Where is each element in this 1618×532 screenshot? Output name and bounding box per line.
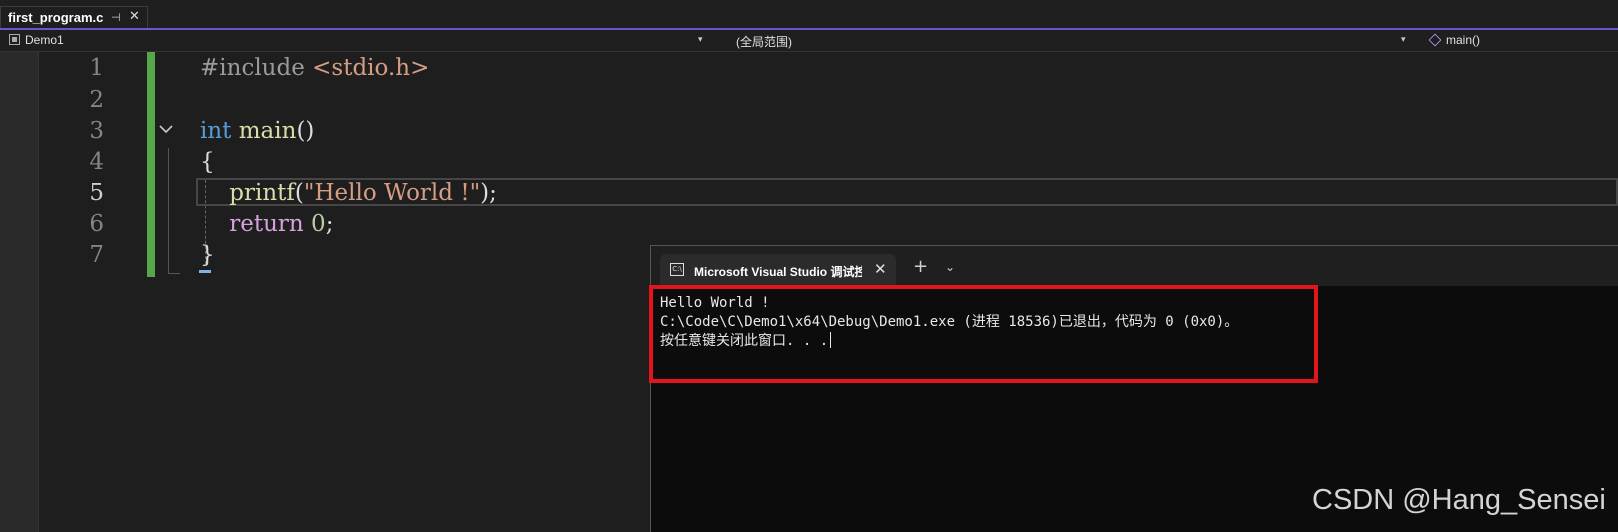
project-icon — [9, 34, 20, 45]
line-number: 2 — [89, 87, 104, 113]
code-line-3[interactable]: int main() — [200, 118, 314, 144]
number-literal: 0 — [311, 211, 326, 237]
code-line-4[interactable]: { — [200, 149, 215, 175]
code-line-7[interactable]: } — [200, 242, 215, 268]
code-line-1[interactable]: #include <stdio.h> — [200, 55, 429, 81]
line-number-current: 5 — [89, 180, 104, 206]
project-label: Demo1 — [25, 33, 64, 47]
annotation-highlight-box — [649, 285, 1318, 383]
line-number: 4 — [89, 149, 104, 175]
include-header: <stdio.h> — [304, 55, 430, 81]
collapse-chevron-icon[interactable] — [159, 122, 173, 136]
string-literal: "Hello World !" — [303, 180, 481, 206]
chevron-down-icon[interactable]: ⌄ — [945, 260, 955, 274]
scope-label: (全局范围) — [736, 35, 792, 49]
function-call: printf — [229, 180, 295, 206]
close-brace: } — [200, 242, 215, 268]
close-icon[interactable]: ✕ — [129, 9, 140, 24]
punctuation: ( — [294, 180, 304, 206]
member-dropdown[interactable]: main() — [1446, 30, 1616, 51]
console-tab[interactable]: C:\ Microsoft Visual Studio 调试控制台 ✕ — [660, 254, 896, 286]
new-tab-button[interactable]: + — [913, 256, 928, 277]
document-tab-label: first_program.c — [8, 10, 104, 25]
open-brace: { — [200, 149, 215, 175]
change-indicator-bar — [147, 52, 155, 277]
code-line-6[interactable]: return 0; — [200, 211, 333, 237]
punctuation: () — [296, 118, 315, 144]
preprocessor-directive: #include — [200, 55, 305, 81]
brace-match-marker — [199, 270, 211, 273]
pin-icon[interactable]: ⊣ — [111, 11, 121, 24]
project-dropdown[interactable]: Demo1 ▾ — [0, 30, 703, 51]
keyword-return: return — [229, 211, 304, 237]
chevron-down-icon: ▾ — [698, 34, 703, 44]
terminal-icon: C:\ — [670, 263, 684, 276]
line-number: 1 — [89, 55, 104, 81]
watermark: CSDN @Hang_Sensei — [1312, 484, 1606, 516]
document-tab-strip: first_program.c ⊣ ✕ — [0, 0, 1618, 30]
member-label: main() — [1446, 33, 1481, 47]
chevron-down-icon: ▾ — [1401, 34, 1406, 44]
punctuation: ; — [325, 211, 334, 237]
navigation-bar: Demo1 ▾ (全局范围) ▾ main() — [0, 30, 1618, 52]
ide-window: first_program.c ⊣ ✕ Demo1 ▾ (全局范围) ▾ mai… — [0, 0, 1618, 532]
document-tab-first-program[interactable]: first_program.c ⊣ ✕ — [0, 6, 148, 28]
function-cube-icon — [1428, 33, 1442, 47]
outline-guide-end — [168, 273, 180, 274]
line-number: 3 — [89, 118, 104, 144]
line-number: 6 — [89, 211, 104, 237]
close-icon[interactable]: ✕ — [874, 260, 887, 278]
function-name: main — [231, 118, 297, 144]
console-tab-title: Microsoft Visual Studio 调试控制台 — [694, 265, 862, 279]
scope-dropdown[interactable]: (全局范围) ▾ — [706, 30, 1418, 51]
outline-guide — [168, 148, 169, 274]
editor-margin — [0, 52, 39, 532]
console-titlebar: C:\ Microsoft Visual Studio 调试控制台 ✕ + ⌄ — [651, 246, 1618, 286]
punctuation: ); — [480, 180, 497, 206]
keyword-int: int — [200, 118, 232, 144]
line-number: 7 — [89, 242, 104, 268]
code-line-5[interactable]: printf("Hello World !"); — [200, 180, 497, 206]
